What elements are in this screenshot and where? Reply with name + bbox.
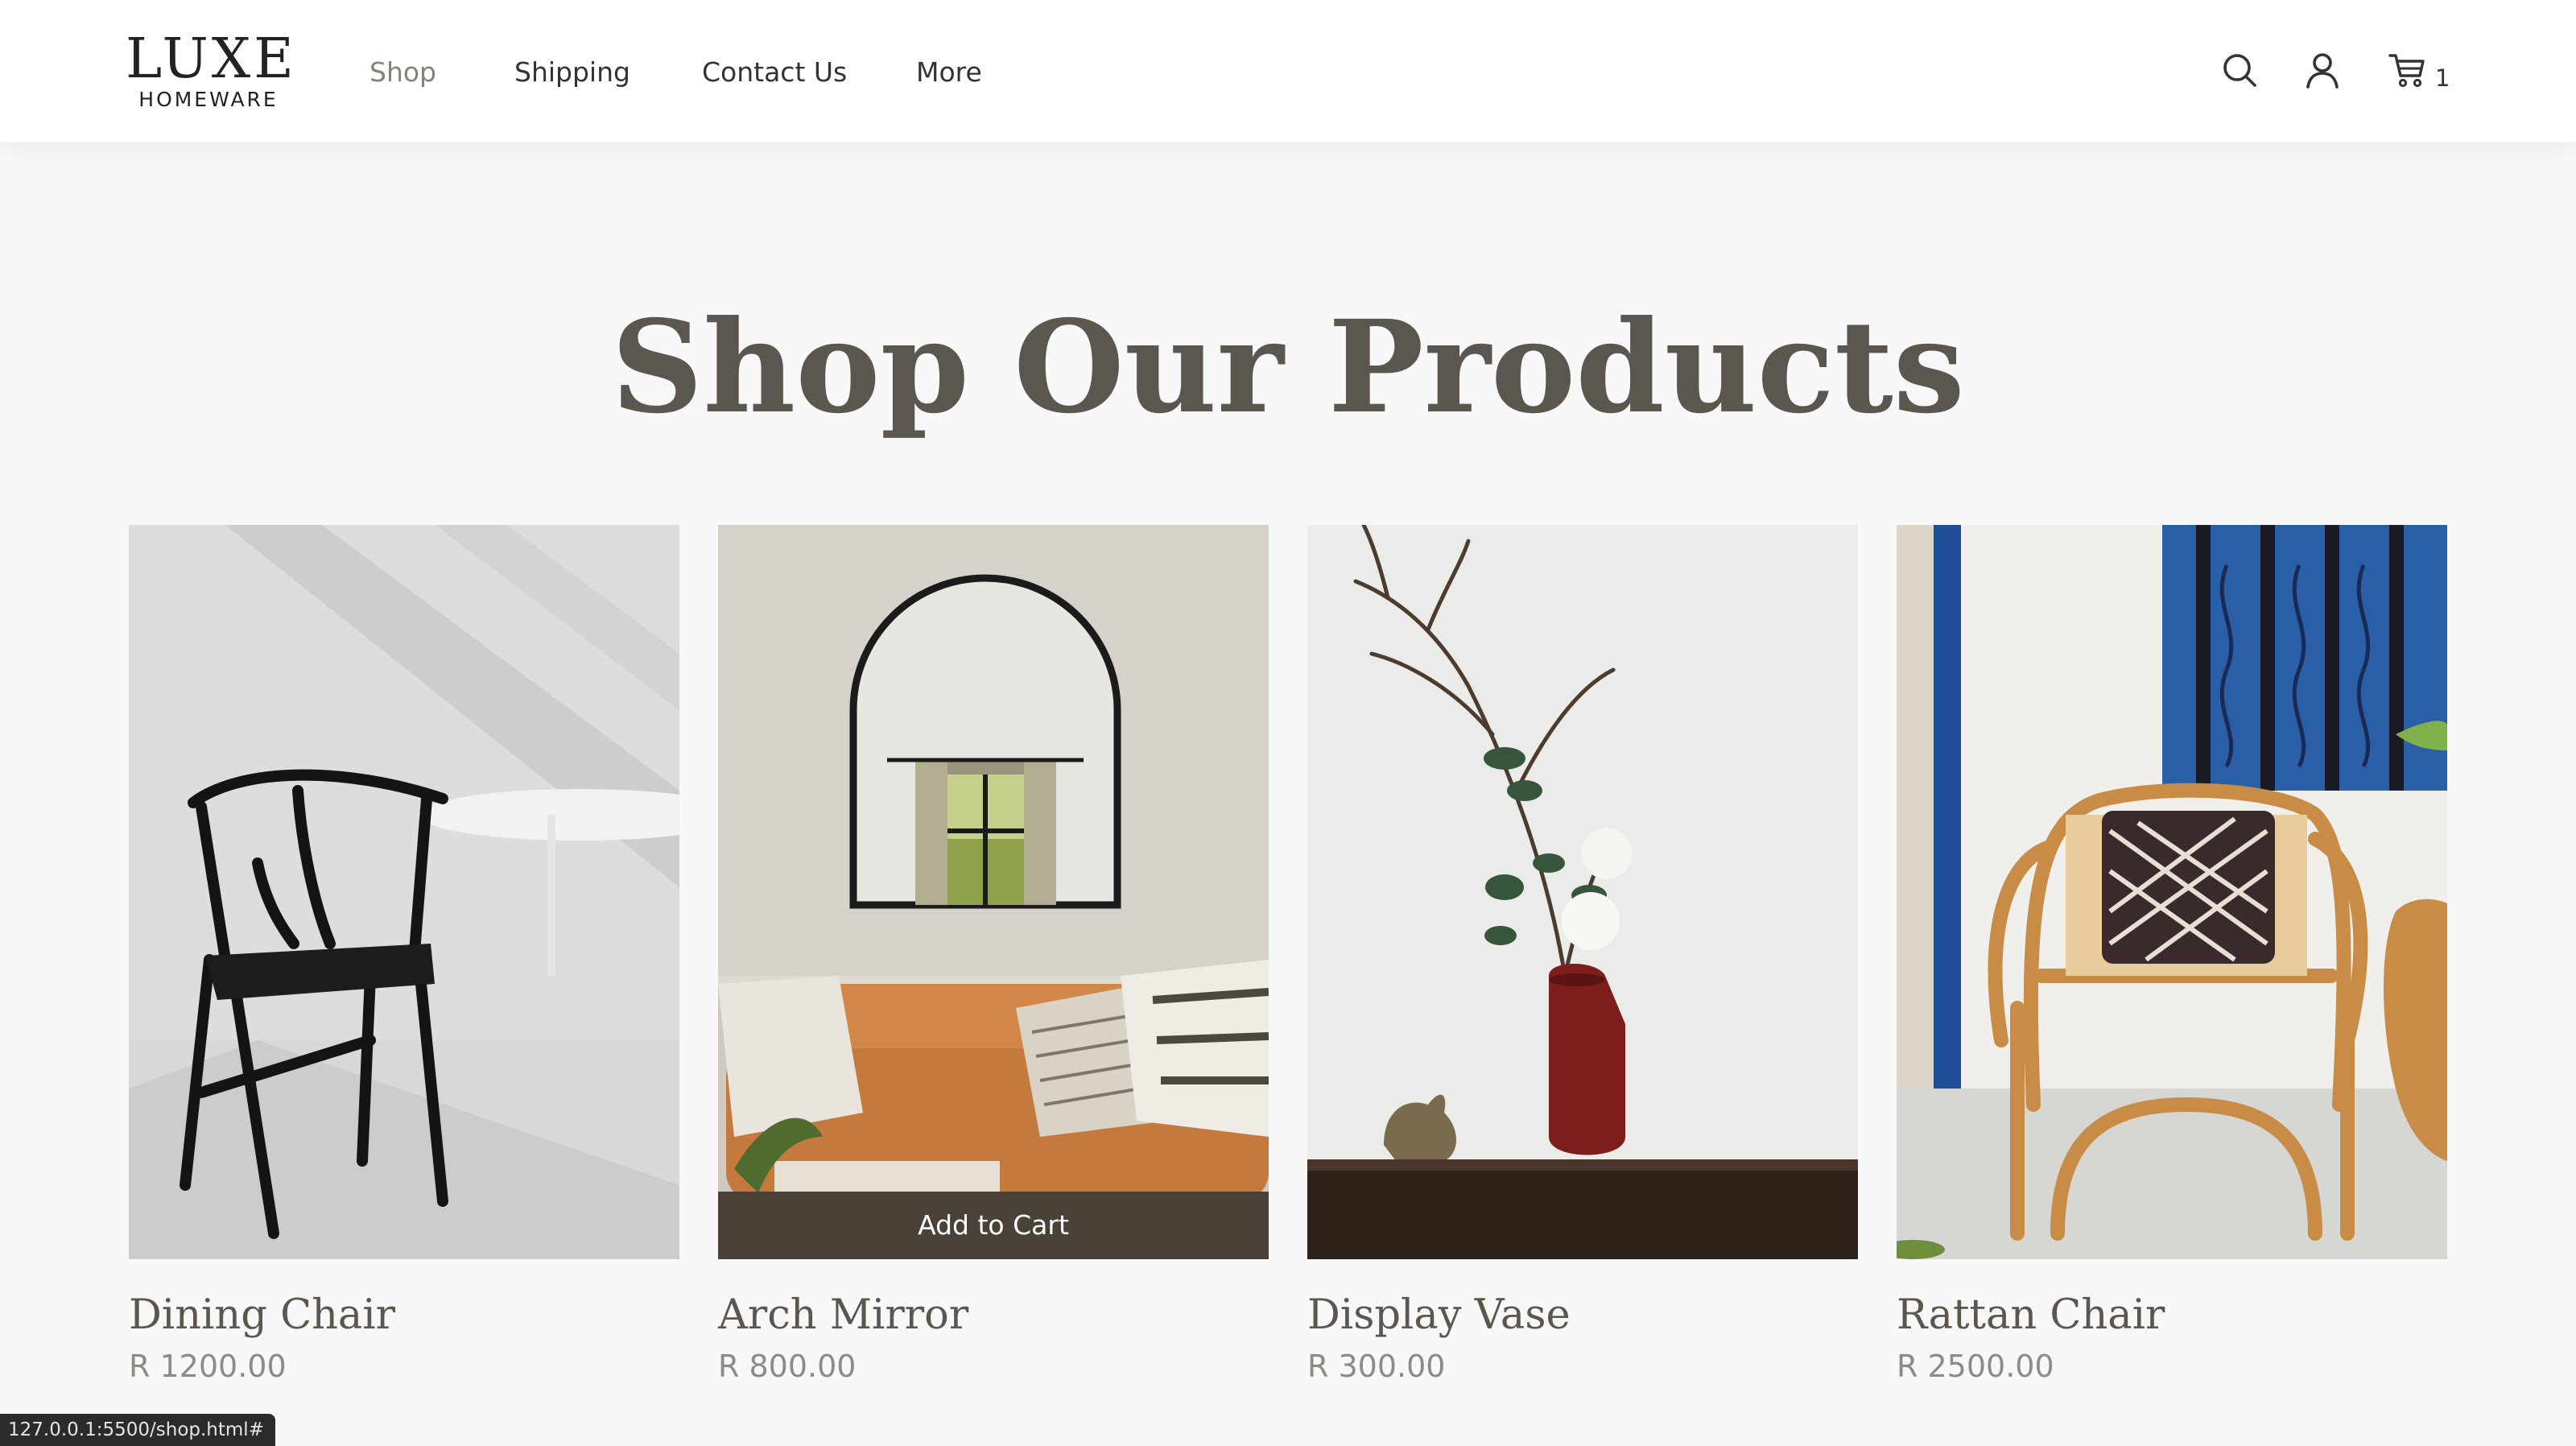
product-price: R 1200.00 — [129, 1349, 287, 1384]
browser-status-url: 127.0.0.1:5500/shop.html# — [0, 1414, 275, 1446]
nav-more[interactable]: More — [916, 56, 982, 89]
site-header: LUXE HOMEWARE Shop Shipping Contact Us M… — [0, 0, 2576, 142]
rattan-chair-illustration — [1897, 525, 2447, 1259]
cart-icon[interactable] — [2388, 50, 2428, 90]
product-name[interactable]: Rattan Chair — [1897, 1290, 2165, 1341]
arch-mirror-illustration — [718, 525, 1269, 1259]
search-icon[interactable] — [2219, 50, 2260, 90]
product-price: R 800.00 — [718, 1349, 857, 1384]
product-price: R 300.00 — [1307, 1349, 1446, 1384]
product-image-rattan-chair[interactable] — [1897, 525, 2447, 1259]
product-name[interactable]: Arch Mirror — [718, 1290, 968, 1341]
user-icon[interactable] — [2302, 50, 2343, 90]
nav-contact-us[interactable]: Contact Us — [702, 56, 847, 89]
product-card: Dining Chair R 1200.00 — [129, 525, 679, 1384]
add-to-cart-button[interactable]: Add to Cart — [718, 1192, 1269, 1259]
product-image-dining-chair[interactable] — [129, 525, 679, 1259]
nav-shop[interactable]: Shop — [369, 56, 436, 89]
product-card: Display Vase R 300.00 — [1307, 525, 1858, 1384]
page-title: Shop Our Products — [611, 293, 1965, 442]
product-price: R 2500.00 — [1897, 1349, 2054, 1384]
shop-page: LUXE HOMEWARE Shop Shipping Contact Us M… — [0, 0, 2576, 1446]
product-card: Add to Cart Arch Mirror R 800.00 — [718, 525, 1269, 1384]
product-card: Rattan Chair R 2500.00 — [1897, 525, 2447, 1384]
product-image-arch-mirror[interactable]: Add to Cart — [718, 525, 1269, 1259]
product-name[interactable]: Display Vase — [1307, 1290, 1571, 1341]
display-vase-illustration — [1307, 525, 1858, 1259]
product-name[interactable]: Dining Chair — [129, 1290, 395, 1341]
nav-shipping[interactable]: Shipping — [514, 56, 630, 89]
brand-logo[interactable]: LUXE HOMEWARE — [126, 27, 297, 111]
brand-name: LUXE — [126, 27, 297, 91]
cart-count-badge: 1 — [2435, 64, 2450, 92]
dining-chair-illustration — [129, 525, 679, 1259]
product-image-display-vase[interactable] — [1307, 525, 1858, 1259]
brand-tagline: HOMEWARE — [138, 88, 279, 111]
